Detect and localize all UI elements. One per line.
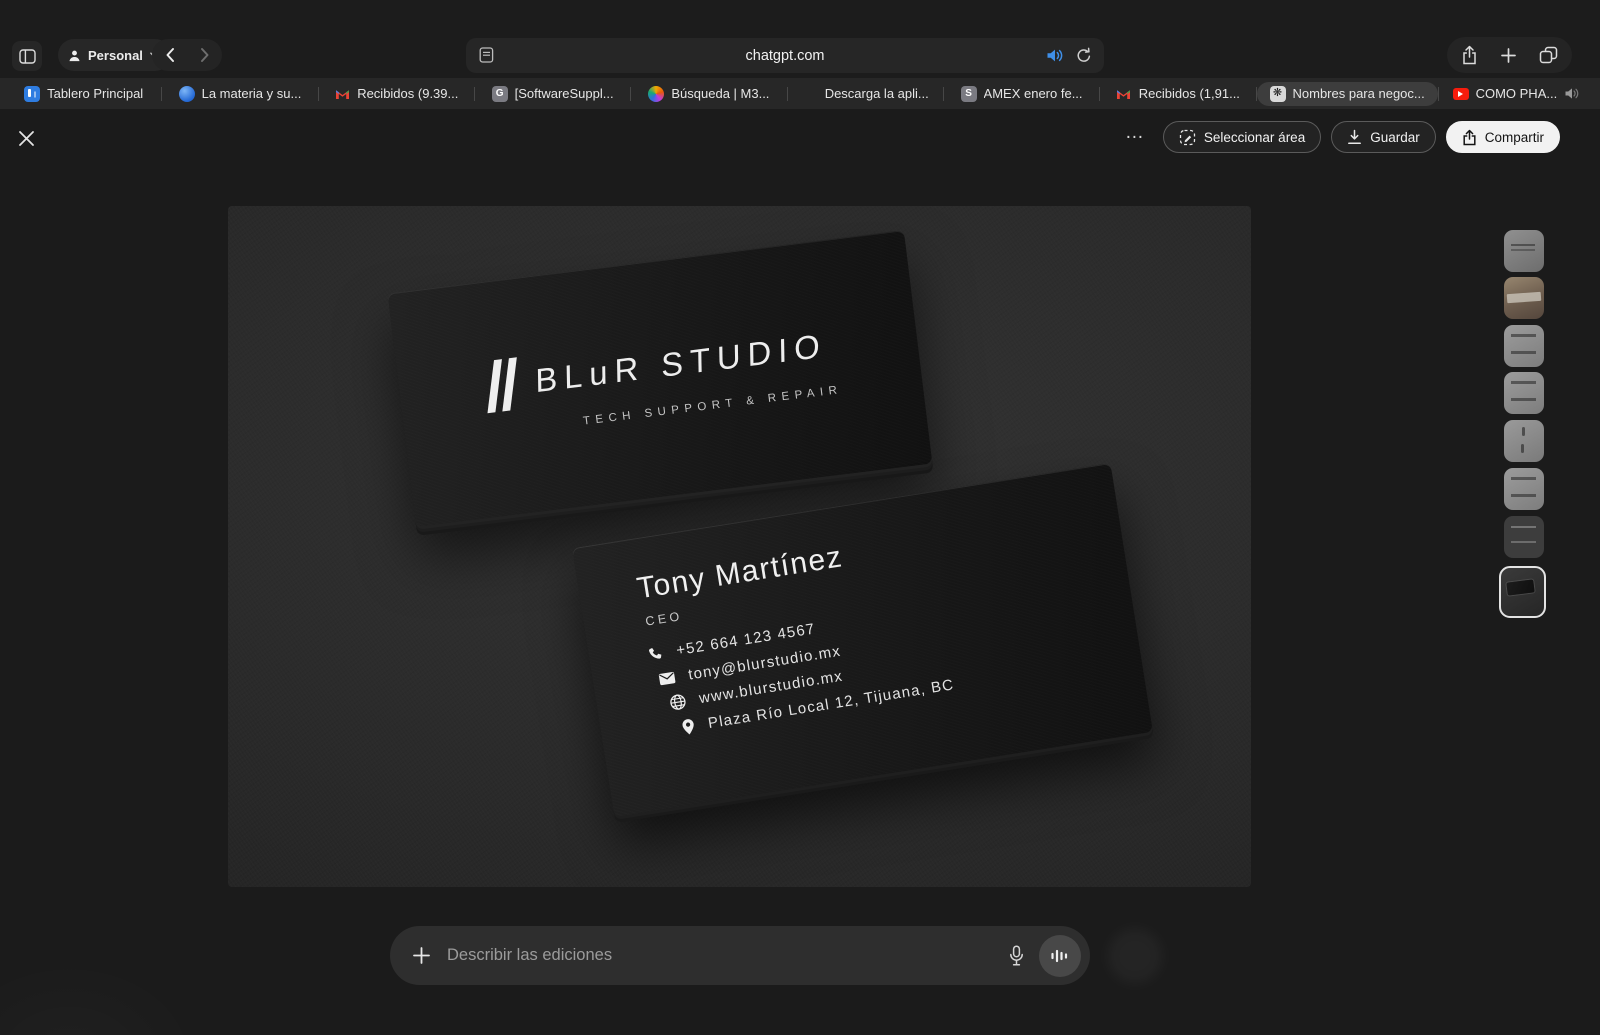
forward-button[interactable] bbox=[187, 47, 222, 63]
thumbnail-8-selected[interactable] bbox=[1499, 566, 1546, 618]
copilot-icon bbox=[648, 86, 664, 102]
business-card-back: Tony Martínez CEO +52 664 123 4567 tony@… bbox=[572, 463, 1153, 817]
thumbnail-4[interactable] bbox=[1504, 372, 1544, 414]
browser-window: Personal chatgpt.com bbox=[0, 0, 1600, 1035]
toolbar-right-actions bbox=[1447, 37, 1572, 73]
tab-softwaresuppl[interactable]: G [SoftwareSuppl... bbox=[475, 82, 630, 106]
thumbnail-5[interactable] bbox=[1504, 420, 1544, 462]
youtube-icon bbox=[1453, 86, 1469, 102]
gmail-icon bbox=[1116, 86, 1132, 102]
person-icon bbox=[68, 49, 81, 62]
url-text: chatgpt.com bbox=[466, 48, 1104, 64]
share-label: Compartir bbox=[1485, 130, 1544, 145]
tab-la-materia[interactable]: La materia y su... bbox=[162, 82, 317, 106]
edit-prompt-input[interactable] bbox=[447, 946, 1008, 965]
waveform-icon bbox=[1050, 947, 1070, 965]
tab-audio-muted-icon[interactable] bbox=[1564, 87, 1580, 100]
select-area-icon bbox=[1179, 129, 1196, 146]
email-icon bbox=[658, 670, 677, 685]
share-up-icon bbox=[1462, 129, 1477, 146]
attach-plus-icon[interactable] bbox=[412, 946, 431, 965]
voice-mode-button[interactable] bbox=[1039, 935, 1081, 977]
tab-amex[interactable]: S AMEX enero fe... bbox=[944, 82, 1099, 106]
thumbnail-2[interactable] bbox=[1504, 277, 1544, 319]
chevron-left-icon bbox=[165, 47, 175, 63]
tab-busqueda-m365[interactable]: Búsqueda | M3... bbox=[631, 82, 786, 106]
microphone-icon[interactable] bbox=[1008, 945, 1025, 967]
ghost-button-glow bbox=[1108, 929, 1162, 983]
reload-icon[interactable] bbox=[1076, 47, 1092, 64]
more-options-button[interactable]: … bbox=[1125, 122, 1153, 152]
tab-nombres-negocio-active[interactable]: ❋ Nombres para negoc... bbox=[1257, 82, 1438, 106]
globe-icon bbox=[668, 692, 687, 711]
share-button[interactable]: Compartir bbox=[1446, 121, 1560, 153]
generated-image[interactable]: BLuR STUDIO TECH SUPPORT & REPAIR Tony M… bbox=[228, 206, 1251, 887]
address-bar[interactable]: chatgpt.com bbox=[466, 38, 1104, 73]
g-square-icon: G bbox=[492, 86, 508, 102]
select-area-label: Seleccionar área bbox=[1204, 130, 1305, 145]
tab-overview-icon[interactable] bbox=[1539, 46, 1558, 64]
address-bar-actions bbox=[1046, 38, 1092, 73]
select-area-button[interactable]: Seleccionar área bbox=[1163, 121, 1321, 153]
location-icon bbox=[680, 717, 696, 736]
save-button[interactable]: Guardar bbox=[1331, 121, 1436, 153]
viewer-action-bar: … Seleccionar área Guardar Compartir bbox=[1125, 121, 1560, 153]
tab-recibidos-2[interactable]: Recibidos (1,91... bbox=[1100, 82, 1255, 106]
tab-recibidos-1[interactable]: Recibidos (9.39... bbox=[319, 82, 474, 106]
download-icon bbox=[1347, 129, 1362, 145]
audio-playing-icon[interactable] bbox=[1046, 48, 1064, 63]
sidebar-icon bbox=[19, 49, 36, 64]
tab-tablero-principal[interactable]: Tablero Principal bbox=[6, 82, 161, 106]
phone-icon bbox=[646, 645, 664, 663]
new-tab-icon[interactable] bbox=[1500, 47, 1517, 64]
save-label: Guardar bbox=[1370, 130, 1420, 145]
thumbnail-3[interactable] bbox=[1504, 325, 1544, 367]
tab-descarga-app[interactable]: Descarga la apli... bbox=[788, 82, 943, 106]
microsoft-icon bbox=[802, 86, 818, 102]
thumbnail-7[interactable] bbox=[1504, 516, 1544, 558]
business-card-front: BLuR STUDIO TECH SUPPORT & REPAIR bbox=[388, 230, 933, 527]
nav-buttons bbox=[152, 39, 222, 71]
close-button[interactable] bbox=[16, 128, 36, 148]
double-bar-icon bbox=[487, 357, 516, 413]
tab-como-pha-youtube[interactable]: COMO PHA... bbox=[1439, 82, 1594, 106]
company-logo-text: BLuR STUDIO bbox=[535, 326, 827, 400]
thumbnail-6[interactable] bbox=[1504, 468, 1544, 510]
profile-label: Personal bbox=[88, 48, 143, 63]
s-square-icon: S bbox=[961, 86, 977, 102]
back-button[interactable] bbox=[152, 47, 187, 63]
corner-glow bbox=[0, 960, 200, 1035]
blue-globe-icon bbox=[179, 86, 195, 102]
chatgpt-icon: ❋ bbox=[1270, 86, 1286, 102]
browser-toolbar: Personal chatgpt.com bbox=[0, 0, 1600, 78]
edit-prompt-bar bbox=[390, 926, 1090, 985]
share-icon[interactable] bbox=[1461, 45, 1478, 65]
thumbnail-1[interactable] bbox=[1504, 230, 1544, 272]
close-icon bbox=[18, 130, 35, 147]
sidebar-toggle-button[interactable] bbox=[12, 41, 42, 71]
gmail-icon bbox=[334, 86, 350, 102]
trello-icon bbox=[24, 86, 40, 102]
tab-bar: Tablero Principal La materia y su... Rec… bbox=[0, 78, 1600, 109]
chevron-right-icon bbox=[200, 47, 210, 63]
